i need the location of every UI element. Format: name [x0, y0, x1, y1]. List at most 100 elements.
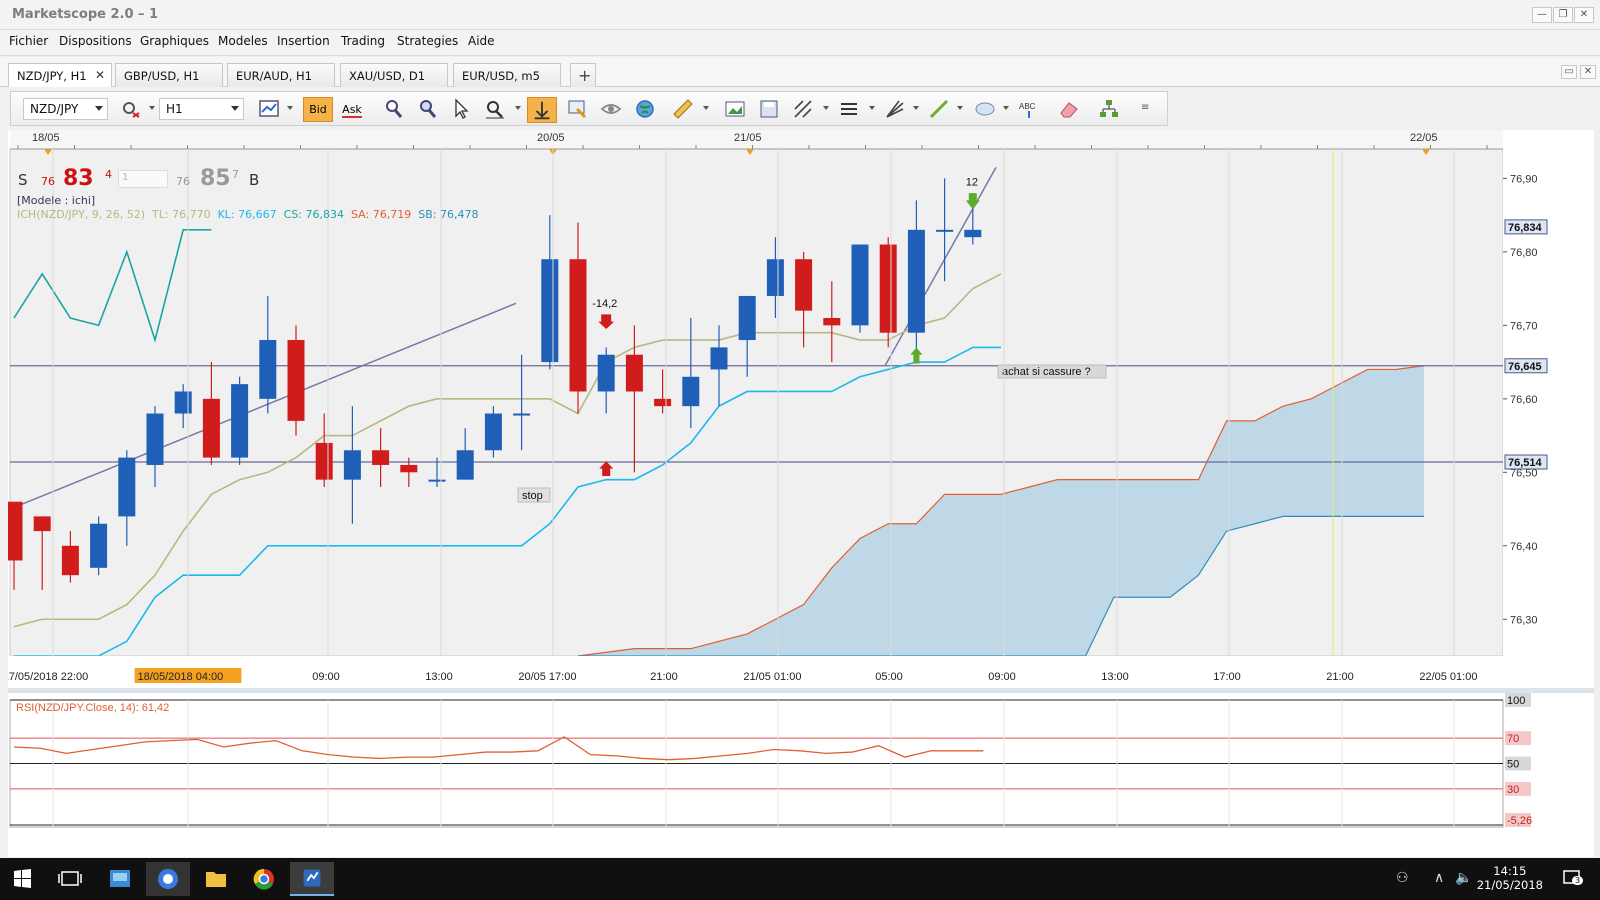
- candle-body[interactable]: [118, 457, 136, 517]
- ask-button[interactable]: Ask: [337, 97, 367, 122]
- candle-body[interactable]: [456, 450, 474, 480]
- chart-canvas[interactable]: 18/05 20/05 21/05 22/05 -14,2 12 stop achat si …: [8, 130, 1594, 857]
- candle-body[interactable]: [710, 347, 728, 370]
- price-marker-label[interactable]: 76,645: [1508, 361, 1542, 373]
- candle-body[interactable]: [146, 413, 164, 465]
- save-chart-icon[interactable]: [757, 97, 781, 121]
- timeframe-select[interactable]: H1: [159, 98, 244, 120]
- menu-trading[interactable]: Trading: [341, 34, 385, 48]
- add-indicator-icon[interactable]: [565, 97, 589, 121]
- minimize-button[interactable]: —: [1532, 7, 1552, 23]
- panel-close-button[interactable]: ✕: [1580, 65, 1596, 79]
- file-explorer-icon[interactable]: [194, 862, 238, 896]
- chevron-down-icon[interactable]: [957, 106, 963, 110]
- tab-euraud[interactable]: EUR/AUD, H1: [227, 63, 335, 87]
- menu-graphiques[interactable]: Graphiques: [140, 34, 209, 48]
- menu-insertion[interactable]: Insertion: [277, 34, 330, 48]
- menu-modeles[interactable]: Modeles: [218, 34, 268, 48]
- app-icon[interactable]: [98, 862, 142, 896]
- candle-body[interactable]: [823, 318, 841, 326]
- candle-body[interactable]: [738, 295, 756, 341]
- shape-icon[interactable]: [973, 97, 997, 121]
- ruler-icon[interactable]: [671, 97, 695, 121]
- buy-price-small[interactable]: 76: [176, 175, 190, 188]
- candle-body[interactable]: [654, 398, 672, 407]
- candle-body[interactable]: [625, 354, 643, 392]
- price-marker-label[interactable]: 76,834: [1508, 222, 1543, 234]
- browser-icon[interactable]: [146, 862, 190, 896]
- amount-input[interactable]: 1: [118, 170, 168, 188]
- text-icon[interactable]: ABC: [1017, 97, 1041, 121]
- people-icon[interactable]: ⚇: [1396, 870, 1409, 886]
- close-window-button[interactable]: ✕: [1574, 7, 1594, 23]
- chevron-down-icon[interactable]: [869, 106, 875, 110]
- chevron-up-icon[interactable]: ∧: [1434, 870, 1444, 886]
- candle-body[interactable]: [936, 229, 954, 232]
- sell-price-big[interactable]: 83: [63, 166, 94, 191]
- align-icon[interactable]: [527, 97, 557, 123]
- fibonacci-icon[interactable]: [791, 97, 815, 121]
- chevron-down-icon[interactable]: [287, 106, 293, 110]
- close-icon[interactable]: ✕: [95, 68, 105, 82]
- system-clock[interactable]: 14:15 21/05/2018: [1477, 864, 1543, 892]
- candle-body[interactable]: [513, 413, 531, 416]
- chevron-down-icon[interactable]: [515, 106, 521, 110]
- candle-body[interactable]: [851, 244, 869, 326]
- zoom-in-icon[interactable]: [381, 97, 405, 121]
- add-tab-button[interactable]: +: [570, 63, 596, 87]
- lines-icon[interactable]: [837, 97, 861, 121]
- bid-button[interactable]: Bid: [303, 97, 333, 122]
- candle-body[interactable]: [8, 501, 23, 561]
- candle-body[interactable]: [964, 229, 982, 238]
- candle-body[interactable]: [400, 464, 418, 473]
- restore-button[interactable]: ❐: [1553, 7, 1573, 23]
- zoom-out-icon[interactable]: [415, 97, 439, 121]
- candle-body[interactable]: [682, 376, 700, 407]
- marketscope-icon[interactable]: [290, 862, 334, 896]
- tab-eurusd[interactable]: EUR/USD, m5: [453, 63, 561, 87]
- image-icon[interactable]: [723, 97, 747, 121]
- cursor-icon[interactable]: [449, 97, 473, 121]
- candle-body[interactable]: [343, 450, 361, 480]
- candle-body[interactable]: [569, 259, 587, 392]
- sell-price-small[interactable]: 76: [41, 175, 55, 188]
- candle-body[interactable]: [315, 442, 333, 480]
- stop-label[interactable]: stop: [522, 490, 543, 502]
- candle-body[interactable]: [231, 384, 249, 458]
- windows-start-icon[interactable]: [0, 862, 44, 896]
- toolbar-overflow-icon[interactable]: ≡: [1141, 102, 1149, 113]
- chart-type-icon[interactable]: [257, 97, 281, 121]
- buy-price-big[interactable]: 85: [200, 166, 231, 191]
- task-view-icon[interactable]: [48, 862, 92, 896]
- menu-aide[interactable]: Aide: [468, 34, 495, 48]
- candle-body[interactable]: [541, 259, 559, 363]
- menu-strategies[interactable]: Strategies: [397, 34, 458, 48]
- candle-body[interactable]: [484, 413, 502, 451]
- menu-dispositions[interactable]: Dispositions: [59, 34, 132, 48]
- volume-icon[interactable]: 🔈: [1455, 870, 1472, 886]
- candle-body[interactable]: [907, 229, 925, 333]
- notification-button[interactable]: 3: [1562, 868, 1584, 888]
- hierarchy-icon[interactable]: [1097, 97, 1121, 121]
- candle-body[interactable]: [372, 450, 390, 465]
- candle-body[interactable]: [879, 244, 897, 333]
- candle-body[interactable]: [174, 391, 192, 414]
- menu-fichier[interactable]: Fichier: [9, 34, 48, 48]
- candle-body[interactable]: [33, 516, 51, 532]
- price-marker-label[interactable]: 76,514: [1508, 457, 1543, 469]
- trend-tools-icon[interactable]: [883, 97, 907, 121]
- chevron-down-icon[interactable]: [149, 106, 155, 110]
- tab-gbpusd[interactable]: GBP/USD, H1: [115, 63, 223, 87]
- eraser-icon[interactable]: [1057, 97, 1081, 121]
- price-type-icon[interactable]: [119, 97, 143, 121]
- tab-nzdjpy[interactable]: NZD/JPY, H1 ✕: [8, 63, 112, 87]
- candle-body[interactable]: [287, 340, 305, 421]
- chevron-down-icon[interactable]: [823, 106, 829, 110]
- panel-restore-button[interactable]: ▭: [1561, 65, 1577, 79]
- chevron-down-icon[interactable]: [913, 106, 919, 110]
- candle-body[interactable]: [597, 354, 615, 392]
- chevron-down-icon[interactable]: [1003, 106, 1009, 110]
- candle-body[interactable]: [795, 259, 813, 311]
- draw-line-icon[interactable]: [927, 97, 951, 121]
- candle-body[interactable]: [202, 398, 220, 458]
